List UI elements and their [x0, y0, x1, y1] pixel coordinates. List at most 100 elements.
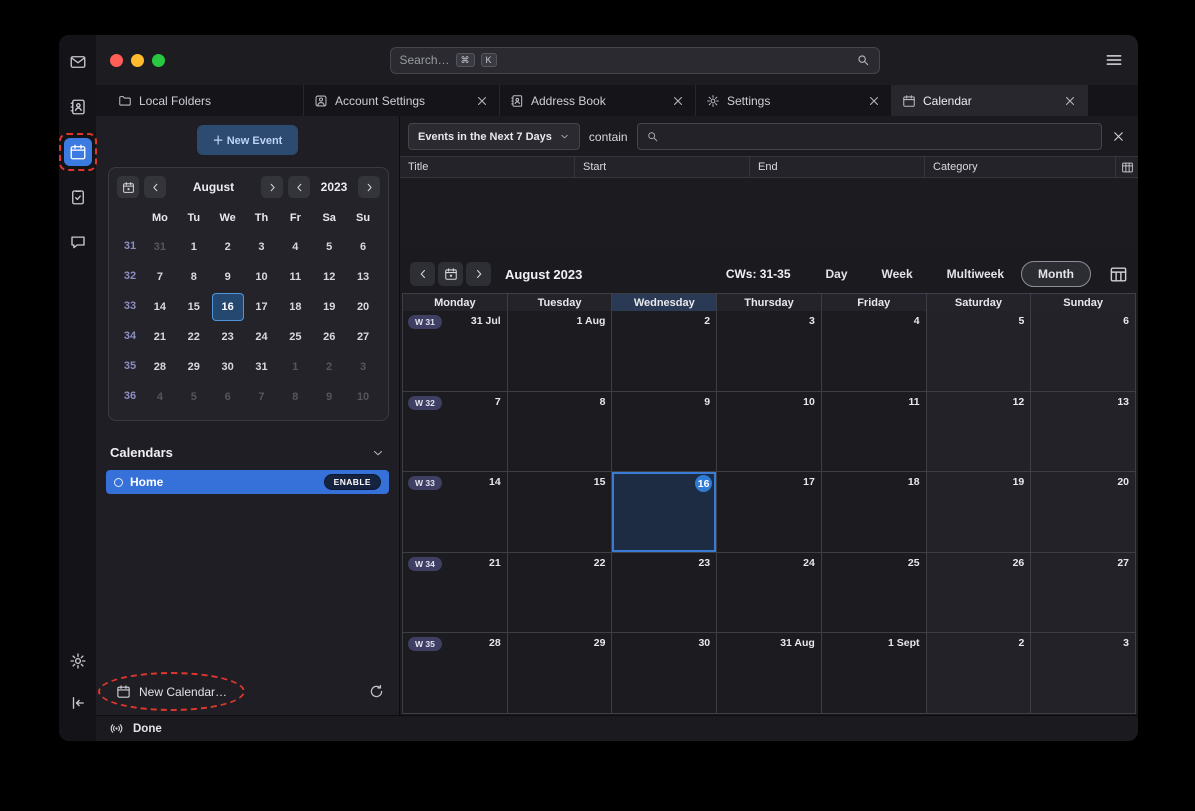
month-cell[interactable]: 15 [508, 472, 612, 552]
month-cell[interactable]: 3 [1031, 633, 1135, 713]
next-year-button[interactable] [358, 176, 380, 198]
app-menu-icon[interactable] [1104, 50, 1124, 70]
month-cell[interactable]: 12 [927, 392, 1031, 472]
mini-cal-day[interactable]: 4 [279, 233, 311, 261]
mini-cal-day[interactable]: 2 [313, 353, 345, 381]
month-cell[interactable]: 27 [1031, 553, 1135, 633]
mini-cal-day[interactable]: 3 [246, 233, 278, 261]
next-month-button[interactable] [261, 176, 283, 198]
go-to-today-button[interactable] [438, 262, 463, 286]
prev-year-button[interactable] [288, 176, 310, 198]
month-cell[interactable]: 4 [822, 311, 926, 391]
mini-cal-day[interactable]: 24 [246, 323, 278, 351]
mini-cal-day[interactable]: 11 [279, 263, 311, 291]
chevron-down-icon[interactable] [371, 446, 385, 460]
calendar-item-home[interactable]: HomeENABLE [106, 470, 389, 494]
sidebar-item-mail[interactable] [64, 48, 92, 76]
month-cell[interactable]: 1 Aug [508, 311, 612, 391]
month-cell[interactable]: W 327 [403, 392, 507, 472]
month-cell[interactable]: 2 [612, 311, 716, 391]
tab-address-book[interactable]: Address Book [500, 85, 696, 116]
mini-cal-day[interactable]: 31 [144, 233, 176, 261]
minimize-window-button[interactable] [131, 54, 144, 67]
column-header-end[interactable]: End [750, 157, 925, 177]
sync-icon[interactable] [368, 683, 385, 700]
month-cell[interactable]: 25 [822, 553, 926, 633]
mini-cal-day[interactable]: 5 [178, 383, 210, 411]
mini-cal-day[interactable]: 7 [144, 263, 176, 291]
month-cell[interactable]: 16 [612, 472, 716, 552]
month-cell[interactable]: 19 [927, 472, 1031, 552]
mini-cal-day[interactable]: 13 [347, 263, 379, 291]
sidebar-item-chat[interactable] [64, 228, 92, 256]
sidebar-item-settings[interactable] [64, 647, 92, 675]
prev-month-button[interactable] [144, 176, 166, 198]
month-cell[interactable]: 20 [1031, 472, 1135, 552]
mini-cal-day[interactable]: 8 [279, 383, 311, 411]
global-search-input[interactable]: Search… ⌘ K [390, 47, 880, 74]
mini-cal-day[interactable]: 25 [279, 323, 311, 351]
event-filter-dropdown[interactable]: Events in the Next 7 Days [408, 123, 580, 150]
close-icon[interactable] [1063, 94, 1077, 108]
mini-cal-day[interactable]: 29 [178, 353, 210, 381]
month-cell[interactable]: 1 Sept [822, 633, 926, 713]
view-button-day[interactable]: Day [809, 261, 865, 287]
month-cell[interactable]: 17 [717, 472, 821, 552]
column-header-start[interactable]: Start [575, 157, 750, 177]
month-cell[interactable]: 3 [717, 311, 821, 391]
month-cell[interactable]: 5 [927, 311, 1031, 391]
month-cell[interactable]: 2 [927, 633, 1031, 713]
month-cell[interactable]: 31 Aug [717, 633, 821, 713]
close-window-button[interactable] [110, 54, 123, 67]
mini-cal-day[interactable]: 12 [313, 263, 345, 291]
mini-cal-day[interactable]: 14 [144, 293, 176, 321]
month-cell[interactable]: 23 [612, 553, 716, 633]
close-icon[interactable] [671, 94, 685, 108]
mini-cal-day[interactable]: 22 [178, 323, 210, 351]
month-cell[interactable]: 18 [822, 472, 926, 552]
mini-cal-day[interactable]: 26 [313, 323, 345, 351]
mini-calendar-today-button[interactable] [117, 176, 139, 198]
month-cell[interactable]: W 3528 [403, 633, 507, 713]
mini-cal-day[interactable]: 31 [246, 353, 278, 381]
activity-radio-icon[interactable] [109, 721, 124, 736]
view-button-week[interactable]: Week [865, 261, 930, 287]
month-cell[interactable]: 6 [1031, 311, 1135, 391]
month-cell[interactable]: 11 [822, 392, 926, 472]
mini-cal-day[interactable]: 20 [347, 293, 379, 321]
mini-cal-day[interactable]: 9 [212, 263, 244, 291]
sidebar-item-calendar[interactable] [64, 138, 92, 166]
mini-cal-day[interactable]: 16 [212, 293, 244, 321]
mini-cal-day[interactable]: 10 [246, 263, 278, 291]
mini-cal-day[interactable]: 5 [313, 233, 345, 261]
column-header-category[interactable]: Category [925, 157, 1116, 177]
mini-cal-day[interactable]: 23 [212, 323, 244, 351]
prev-period-button[interactable] [410, 262, 435, 286]
mini-cal-day[interactable]: 10 [347, 383, 379, 411]
close-icon[interactable] [475, 94, 489, 108]
column-header-title[interactable]: Title [400, 157, 575, 177]
column-picker-button[interactable] [1116, 157, 1138, 177]
close-icon[interactable] [867, 94, 881, 108]
tab-account-settings[interactable]: Account Settings [304, 85, 500, 116]
next-period-button[interactable] [466, 262, 491, 286]
mini-cal-day[interactable]: 30 [212, 353, 244, 381]
view-button-month[interactable]: Month [1021, 261, 1091, 287]
mini-cal-day[interactable]: 6 [347, 233, 379, 261]
mini-cal-day[interactable]: 2 [212, 233, 244, 261]
month-cell[interactable]: 8 [508, 392, 612, 472]
rotate-view-icon[interactable] [1109, 265, 1128, 284]
sidebar-item-collapse[interactable] [64, 689, 92, 717]
mini-cal-day[interactable]: 1 [279, 353, 311, 381]
month-cell[interactable]: 29 [508, 633, 612, 713]
sidebar-item-address-book[interactable] [64, 93, 92, 121]
mini-cal-day[interactable]: 21 [144, 323, 176, 351]
new-calendar-button[interactable]: New Calendar… [110, 680, 233, 703]
mini-cal-day[interactable]: 7 [246, 383, 278, 411]
close-filter-icon[interactable] [1111, 129, 1126, 144]
mini-cal-day[interactable]: 17 [246, 293, 278, 321]
new-event-button[interactable]: ＋ New Event [197, 125, 299, 155]
month-cell[interactable]: 10 [717, 392, 821, 472]
tab-calendar[interactable]: Calendar [892, 85, 1088, 116]
sidebar-item-tasks[interactable] [64, 183, 92, 211]
